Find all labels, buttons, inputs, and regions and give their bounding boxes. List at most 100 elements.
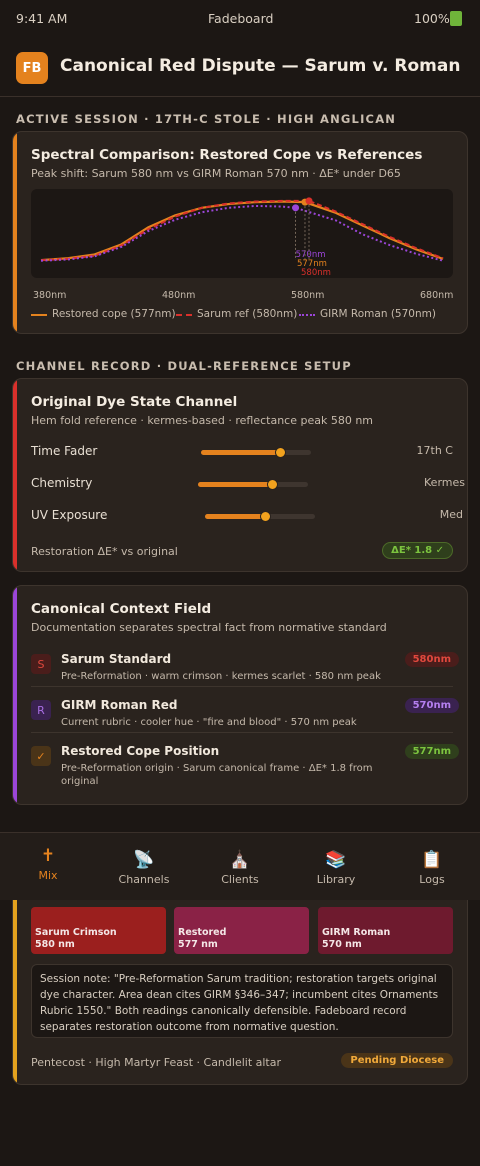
swatch-sarum[interactable]: Sarum Crimson 580 nm bbox=[31, 907, 166, 954]
fader-knob[interactable] bbox=[274, 447, 286, 458]
fader-value: Kermes bbox=[424, 476, 465, 489]
fader-fill bbox=[201, 450, 281, 455]
x-tick-label: 380nm bbox=[33, 290, 67, 301]
canonical-context-card: Canonical Context Field Documentation se… bbox=[12, 585, 468, 805]
legend-label: Sarum ref (580nm) bbox=[197, 308, 298, 320]
mix-icon: 🕇 bbox=[42, 846, 54, 866]
tab-library[interactable]: 📚 Library bbox=[296, 849, 376, 886]
card-accent-bar bbox=[13, 586, 17, 804]
legend-swatch bbox=[299, 314, 315, 316]
app-header: FB Canonical Red Dispute — Sarum v. Roma… bbox=[0, 44, 480, 97]
clipboard-icon: 📋 bbox=[421, 850, 443, 870]
fader-fill bbox=[198, 482, 273, 487]
spectral-chart-svg: 570nm577nm580nm bbox=[40, 197, 444, 278]
swatch-girm[interactable]: GIRM Roman 570 nm bbox=[318, 907, 453, 954]
x-tick-label: 480nm bbox=[162, 290, 196, 301]
fader-label: Time Fader bbox=[31, 444, 98, 458]
divider bbox=[31, 686, 453, 687]
status-badge: Pending Diocese bbox=[341, 1053, 453, 1068]
roman-icon: R bbox=[31, 700, 51, 720]
swatch-session-card: Sarum Crimson 580 nm Restored 577 nm GIR… bbox=[12, 898, 468, 1085]
tab-label: Logs bbox=[419, 873, 445, 886]
context-item-title: Sarum Standard bbox=[61, 652, 172, 666]
channel-card-title: Original Dye State Channel bbox=[31, 394, 238, 410]
peak-marker bbox=[292, 204, 300, 212]
sarum-icon: S bbox=[31, 654, 51, 674]
divider bbox=[31, 732, 453, 733]
fader-knob[interactable] bbox=[260, 511, 271, 522]
check-icon: ✓ bbox=[31, 746, 51, 766]
context-item-restored[interactable]: ✓ Restored Cope Position Pre-Reformation… bbox=[31, 744, 459, 794]
x-tick-label: 680nm bbox=[420, 290, 454, 301]
swatch-wavelength: 580 nm bbox=[35, 939, 75, 950]
swatch-restored[interactable]: Restored 577 nm bbox=[174, 907, 309, 954]
tab-channels[interactable]: 📡 Channels bbox=[104, 849, 184, 886]
context-item-title: Restored Cope Position bbox=[61, 744, 220, 758]
fader-track[interactable] bbox=[205, 511, 315, 522]
tab-label: Clients bbox=[221, 873, 259, 886]
fader-uv-exposure[interactable]: UV Exposure Med bbox=[31, 506, 463, 526]
legend-swatch bbox=[31, 314, 47, 316]
channel-record-label: CHANNEL RECORD · DUAL-REFERENCE SETUP bbox=[16, 359, 352, 373]
series-line-0 bbox=[40, 200, 444, 262]
card-accent-bar bbox=[13, 132, 17, 333]
status-bar: 9:41 AM Fadeboard 100% bbox=[0, 0, 480, 36]
fader-knob[interactable] bbox=[267, 479, 279, 490]
spectral-card-subtitle: Peak shift: Sarum 580 nm vs GIRM Roman 5… bbox=[31, 167, 401, 180]
legend-swatch bbox=[176, 314, 192, 316]
x-tick-label: 580nm bbox=[291, 290, 325, 301]
dye-state-channel-card: Original Dye State Channel Hem fold refe… bbox=[12, 378, 468, 572]
active-session-label: ACTIVE SESSION · 17TH-C STOLE · HIGH ANG… bbox=[16, 112, 397, 126]
page-title: Canonical Red Dispute — Sarum v. Roman bbox=[60, 56, 461, 76]
swatch-wavelength: 577 nm bbox=[178, 939, 218, 950]
legend-label: Restored cope (577nm) bbox=[52, 308, 176, 320]
peak-marker bbox=[305, 197, 313, 205]
satellite-icon: 📡 bbox=[133, 850, 155, 870]
context-item-title: GIRM Roman Red bbox=[61, 698, 178, 712]
context-card-subtitle: Documentation separates spectral fact fr… bbox=[31, 621, 387, 634]
swatch-wavelength: 570 nm bbox=[322, 939, 362, 950]
status-time: 9:41 AM bbox=[16, 11, 68, 26]
fader-fill bbox=[205, 514, 266, 519]
swatch-name: Sarum Crimson bbox=[35, 927, 117, 938]
fader-value: 17th C bbox=[416, 444, 453, 457]
channel-card-subtitle: Hem fold reference · kermes-based · refl… bbox=[31, 414, 374, 427]
wavelength-badge: 577nm bbox=[404, 744, 459, 759]
delta-badge: ΔE* 1.8 ✓ bbox=[382, 542, 453, 559]
swatch-name: GIRM Roman bbox=[322, 927, 391, 938]
battery-icon bbox=[450, 11, 462, 26]
wavelength-badge: 580nm bbox=[404, 652, 459, 667]
spectral-chart: 570nm 577nm 580nm bbox=[31, 189, 453, 278]
swatch-name: Restored bbox=[178, 927, 227, 938]
tab-clients[interactable]: ⛪ Clients bbox=[200, 849, 280, 886]
fader-track[interactable] bbox=[198, 479, 308, 490]
context-item-desc: Pre-Reformation origin · Sarum canonical… bbox=[61, 763, 373, 787]
context-item-desc: Current rubric · cooler hue · "fire and … bbox=[61, 717, 357, 728]
context-card-title: Canonical Context Field bbox=[31, 601, 212, 617]
peak-label: 580nm bbox=[301, 268, 331, 278]
status-carrier: Fadeboard bbox=[208, 11, 274, 26]
tab-label: Mix bbox=[38, 869, 58, 882]
card-accent-bar bbox=[13, 379, 17, 571]
delta-label: Restoration ΔE* vs original bbox=[31, 545, 178, 558]
tab-mix[interactable]: 🕇 Mix bbox=[8, 845, 88, 882]
tab-logs[interactable]: 📋 Logs bbox=[392, 849, 472, 886]
fader-label: Chemistry bbox=[31, 476, 93, 490]
fader-time[interactable]: Time Fader 17th C bbox=[31, 442, 457, 462]
spectral-comparison-card: Spectral Comparison: Restored Cope vs Re… bbox=[12, 131, 468, 334]
card-accent-bar bbox=[13, 899, 17, 1084]
wavelength-badge: 570nm bbox=[404, 698, 459, 713]
tab-label: Library bbox=[316, 873, 356, 886]
fader-value: Med bbox=[439, 508, 463, 521]
spectral-card-title: Spectral Comparison: Restored Cope vs Re… bbox=[31, 147, 423, 163]
fader-chemistry[interactable]: Chemistry Kermes bbox=[31, 474, 465, 494]
tab-label: Channels bbox=[118, 873, 170, 886]
context-item-desc: Pre-Reformation · warm crimson · kermes … bbox=[61, 671, 381, 682]
session-footer: Pentecost · High Martyr Feast · Candleli… bbox=[31, 1056, 282, 1069]
tab-bar: 🕇 Mix 📡 Channels ⛪ Clients 📚 Library 📋 L… bbox=[0, 832, 480, 900]
church-icon: ⛪ bbox=[229, 850, 251, 870]
legend-label: GIRM Roman (570nm) bbox=[320, 308, 436, 320]
fader-track[interactable] bbox=[201, 447, 311, 458]
status-battery: 100% bbox=[414, 11, 450, 26]
app-logo[interactable]: FB bbox=[16, 52, 48, 84]
